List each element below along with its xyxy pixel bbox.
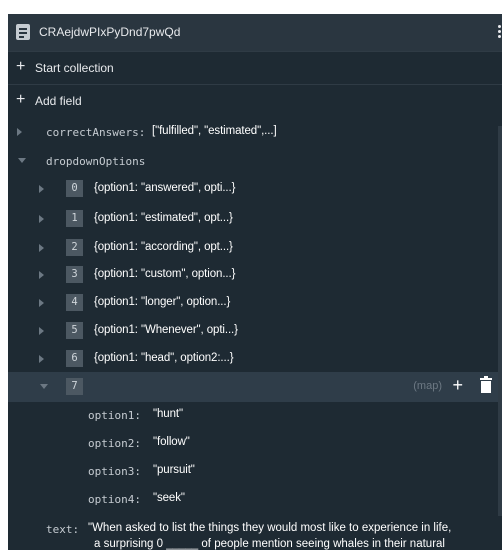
- array-item-row[interactable]: 3 {option1: "custom", option...}: [8, 260, 502, 290]
- document-icon: [16, 24, 30, 40]
- expand-arrow-icon[interactable]: [39, 185, 44, 193]
- array-item-preview: {option1: "answered", opti...}: [94, 182, 236, 194]
- array-item-row[interactable]: 5 {option1: "Whenever", opti...}: [8, 316, 502, 346]
- scrollbar[interactable]: [498, 126, 502, 516]
- field-row-text[interactable]: text: "When asked to list the things the…: [8, 514, 502, 550]
- collapse-arrow-icon[interactable]: [18, 158, 26, 163]
- array-index-badge: 3: [66, 266, 83, 283]
- expand-arrow-icon[interactable]: [39, 215, 44, 223]
- map-field-row[interactable]: option3: "pursuit": [8, 456, 502, 486]
- expand-arrow-icon[interactable]: [39, 355, 44, 363]
- expand-arrow-icon[interactable]: [39, 299, 44, 307]
- expand-arrow-icon[interactable]: [39, 271, 44, 279]
- field-row-dropdown-options[interactable]: dropdownOptions: [8, 146, 502, 176]
- type-label: (map): [413, 380, 442, 392]
- map-field-row[interactable]: option2: "follow": [8, 428, 502, 458]
- field-key: correctAnswers:: [46, 126, 146, 139]
- start-collection-button[interactable]: + Start collection: [8, 51, 502, 84]
- map-field-value: "pursuit": [153, 464, 195, 476]
- array-index-badge: 1: [66, 210, 83, 227]
- map-field-key: option4:: [88, 493, 141, 506]
- map-field-key: option3:: [88, 465, 141, 478]
- field-value-preview: ["fulfilled", "estimated",...]: [152, 125, 277, 137]
- array-item-row-expanded[interactable]: 7 (map) +: [8, 372, 502, 402]
- array-index-badge: 7: [66, 378, 83, 395]
- array-item-row[interactable]: 2 {option1: "according", opt...}: [8, 233, 502, 263]
- array-item-preview: {option1: "longer", option...}: [94, 296, 231, 308]
- document-header: CRAejdwPIxPyDnd7pwQd: [8, 14, 502, 51]
- expand-arrow-icon[interactable]: [17, 128, 22, 136]
- map-field-value: "hunt": [153, 408, 183, 420]
- array-item-row[interactable]: 6 {option1: "head", option2:...}: [8, 344, 502, 374]
- array-index-badge: 4: [66, 294, 83, 311]
- array-item-preview: {option1: "Whenever", opti...}: [94, 324, 238, 336]
- map-field-key: option1:: [88, 409, 141, 422]
- map-field-value: "follow": [153, 436, 190, 448]
- start-collection-label: Start collection: [35, 61, 114, 75]
- array-index-badge: 6: [66, 350, 83, 367]
- map-field-row[interactable]: option1: "hunt": [8, 400, 502, 430]
- array-item-row[interactable]: 0 {option1: "answered", opti...}: [8, 174, 502, 204]
- array-item-row[interactable]: 4 {option1: "longer", option...}: [8, 288, 502, 318]
- field-key: text:: [46, 523, 80, 536]
- add-field-label: Add field: [35, 94, 82, 108]
- expand-arrow-icon[interactable]: [39, 244, 44, 252]
- map-field-value: "seek": [153, 492, 185, 504]
- text-value-line: "When asked to list the things they woul…: [88, 522, 452, 534]
- array-item-preview: {option1: "according", opt...}: [94, 241, 233, 253]
- add-field-button[interactable]: + Add field: [8, 84, 502, 117]
- array-index-badge: 0: [66, 180, 83, 197]
- add-subfield-icon[interactable]: +: [452, 376, 463, 394]
- array-index-badge: 5: [66, 322, 83, 339]
- document-title: CRAejdwPIxPyDnd7pwQd: [39, 25, 181, 39]
- plus-icon: +: [16, 91, 26, 108]
- trash-icon[interactable]: [480, 376, 492, 393]
- map-field-key: option2:: [88, 437, 141, 450]
- collapse-arrow-icon[interactable]: [40, 384, 48, 389]
- array-item-row[interactable]: 1 {option1: "estimated", opt...}: [8, 204, 502, 234]
- document-panel: CRAejdwPIxPyDnd7pwQd + Start collection …: [8, 14, 502, 550]
- plus-icon: +: [16, 58, 26, 75]
- text-value-line: a surprising 0 _____ of people mention s…: [94, 538, 445, 550]
- kebab-menu-icon[interactable]: [496, 23, 502, 43]
- array-item-preview: {option1: "custom", option...}: [94, 268, 236, 280]
- array-item-preview: {option1: "estimated", opt...}: [94, 212, 233, 224]
- map-field-row[interactable]: option4: "seek": [8, 484, 502, 514]
- field-key: dropdownOptions: [46, 155, 146, 168]
- array-item-preview: {option1: "head", option2:...}: [94, 352, 234, 364]
- field-row-correct-answers[interactable]: correctAnswers: ["fulfilled", "estimated…: [8, 117, 502, 147]
- array-index-badge: 2: [66, 239, 83, 256]
- expand-arrow-icon[interactable]: [39, 327, 44, 335]
